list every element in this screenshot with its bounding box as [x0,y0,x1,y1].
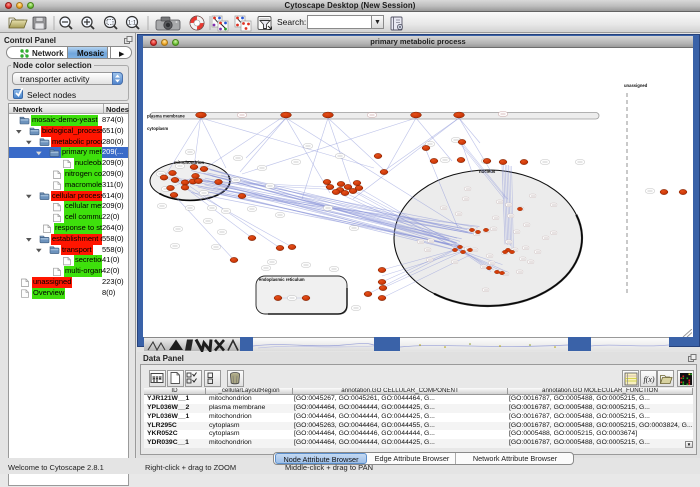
svg-text:unassigned: unassigned [624,83,648,88]
svg-text:1:1: 1:1 [128,21,137,27]
svg-text:nucleus: nucleus [479,169,496,174]
svg-text:plasma membrane: plasma membrane [147,114,185,119]
svg-text:f(x): f(x) [643,375,654,384]
svg-text:cytoplasm: cytoplasm [147,126,168,131]
svg-text:endoplasmic reticulum: endoplasmic reticulum [259,277,305,282]
